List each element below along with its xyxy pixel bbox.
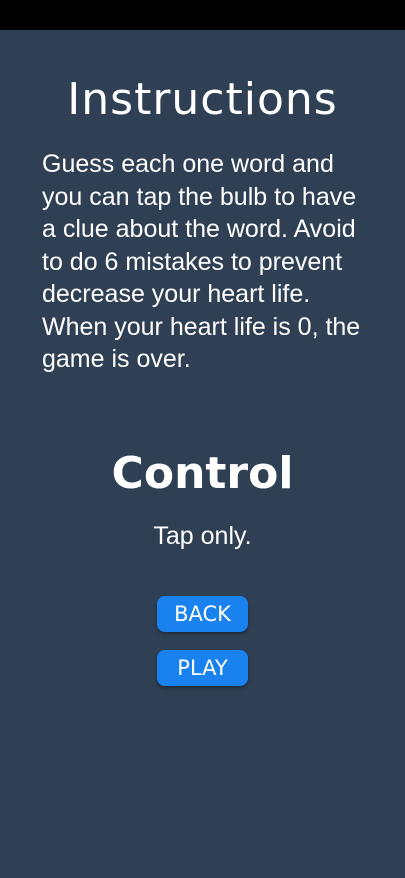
- instructions-screen: Instructions Guess each one word and you…: [0, 30, 405, 878]
- back-button[interactable]: BACK: [157, 596, 248, 632]
- instructions-title: Instructions: [67, 74, 338, 125]
- instructions-text: Guess each one word and you can tap the …: [42, 150, 361, 373]
- play-button[interactable]: PLAY: [157, 650, 248, 686]
- control-text: Tap only.: [153, 522, 252, 550]
- control-title: Control: [111, 448, 294, 499]
- status-bar: [0, 0, 405, 30]
